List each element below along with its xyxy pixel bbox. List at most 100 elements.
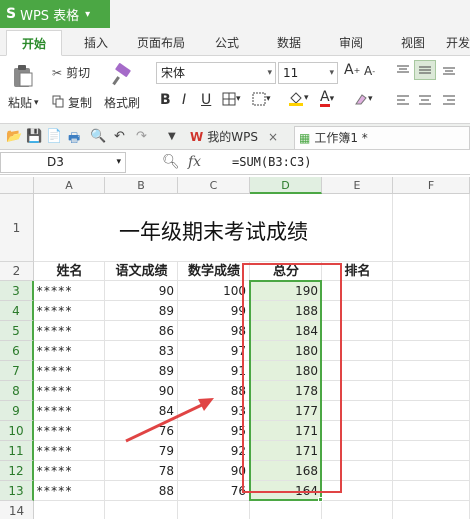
chinese-score-cell[interactable]: 78 xyxy=(105,461,178,481)
name-cell[interactable]: ***** xyxy=(34,361,105,381)
name-cell[interactable]: ***** xyxy=(34,281,105,301)
header-cell-b[interactable]: 语文成绩 xyxy=(105,262,178,281)
math-score-cell[interactable]: 99 xyxy=(178,301,250,321)
name-cell[interactable]: ***** xyxy=(34,401,105,421)
tab-developer[interactable]: 开发 xyxy=(446,30,470,56)
cut-button[interactable]: ✂ 剪切 xyxy=(52,64,90,81)
align-top-icon[interactable] xyxy=(396,64,410,76)
paste-button[interactable]: 粘贴 ▾ xyxy=(8,94,39,111)
cell-f10[interactable] xyxy=(393,421,470,441)
font-color-icon[interactable]: A ▾ xyxy=(320,90,334,107)
align-bottom-icon[interactable] xyxy=(442,64,456,76)
header-cell-c[interactable]: 数学成绩 xyxy=(178,262,250,281)
row-header-12[interactable]: 12 xyxy=(0,461,34,481)
column-header-b[interactable]: B xyxy=(105,177,178,194)
math-score-cell[interactable]: 90 xyxy=(178,461,250,481)
cell-d14[interactable] xyxy=(250,501,322,519)
name-cell[interactable]: ***** xyxy=(34,461,105,481)
formula-input[interactable]: =SUM(B3:C3) xyxy=(232,155,311,169)
cell-f12[interactable] xyxy=(393,461,470,481)
chinese-score-cell[interactable]: 83 xyxy=(105,341,178,361)
row-header-7[interactable]: 7 xyxy=(0,361,34,381)
math-score-cell[interactable]: 97 xyxy=(178,341,250,361)
cell-e14[interactable] xyxy=(322,501,393,519)
chevron-down-icon[interactable]: ▼ xyxy=(168,131,176,142)
align-left-icon[interactable] xyxy=(396,94,410,106)
name-cell[interactable]: ***** xyxy=(34,321,105,341)
row-header-14[interactable]: 14 xyxy=(0,501,34,519)
cell-f13[interactable] xyxy=(393,481,470,501)
copy-button[interactable]: 复制 xyxy=(52,94,92,111)
cell-c14[interactable] xyxy=(178,501,250,519)
column-header-d[interactable]: D xyxy=(250,177,322,194)
column-header-c[interactable]: C xyxy=(178,177,250,194)
row-header-5[interactable]: 5 xyxy=(0,321,34,341)
merge-cells-icon[interactable]: ▾ xyxy=(252,92,271,106)
cell-f6[interactable] xyxy=(393,341,470,361)
name-cell[interactable]: ***** xyxy=(34,421,105,441)
math-score-cell[interactable]: 76 xyxy=(178,481,250,501)
fill-handle[interactable] xyxy=(318,497,323,502)
format-painter-button[interactable]: 格式刷 xyxy=(104,94,140,111)
cell-f8[interactable] xyxy=(393,381,470,401)
cell-b14[interactable] xyxy=(105,501,178,519)
row-header-2[interactable]: 2 xyxy=(0,262,34,281)
tab-insert[interactable]: 插入 xyxy=(72,30,120,56)
align-middle-icon[interactable] xyxy=(414,60,436,80)
cell-f3[interactable] xyxy=(393,281,470,301)
name-cell[interactable]: ***** xyxy=(34,341,105,361)
cell-a14[interactable] xyxy=(34,501,105,519)
italic-icon[interactable]: I xyxy=(182,92,186,108)
cell-f14[interactable] xyxy=(393,501,470,519)
name-cell[interactable]: ***** xyxy=(34,381,105,401)
column-header-f[interactable]: F xyxy=(393,177,470,194)
tab-data[interactable]: 数据 xyxy=(266,30,312,56)
math-score-cell[interactable]: 100 xyxy=(178,281,250,301)
name-box[interactable]: D3 ▾ xyxy=(0,152,126,173)
paste-icon[interactable] xyxy=(10,62,40,90)
name-cell[interactable]: ***** xyxy=(34,301,105,321)
print-icon[interactable]: 🖶 xyxy=(68,129,80,151)
fx-icon[interactable]: fx xyxy=(188,154,201,170)
tab-workbook[interactable]: ▦ 工作簿1 * xyxy=(294,126,470,149)
font-size-select[interactable]: 11 ▾ xyxy=(278,62,338,84)
column-header-e[interactable]: E xyxy=(322,177,393,194)
name-cell[interactable]: ***** xyxy=(34,481,105,501)
borders-icon[interactable]: ▾ xyxy=(222,92,241,106)
row-header-10[interactable]: 10 xyxy=(0,421,34,441)
tab-view[interactable]: 视图 xyxy=(390,30,436,56)
font-name-select[interactable]: 宋体 ▾ xyxy=(156,62,276,84)
tab-home[interactable]: 开始 xyxy=(6,30,62,56)
cell-f9[interactable] xyxy=(393,401,470,421)
row-header-13[interactable]: 13 xyxy=(0,481,34,501)
row-header-3[interactable]: 3 xyxy=(0,281,34,301)
cell-f1[interactable] xyxy=(393,194,470,262)
clear-format-icon[interactable]: ▾ xyxy=(352,92,373,106)
row-header-1[interactable]: 1 xyxy=(0,194,34,262)
math-score-cell[interactable]: 98 xyxy=(178,321,250,341)
row-header-9[interactable]: 9 xyxy=(0,401,34,421)
tab-page-layout[interactable]: 页面布局 xyxy=(130,30,192,56)
align-center-icon[interactable] xyxy=(418,94,432,106)
chinese-score-cell[interactable]: 90 xyxy=(105,281,178,301)
row-header-4[interactable]: 4 xyxy=(0,301,34,321)
close-icon[interactable]: × xyxy=(268,130,278,144)
tab-formulas[interactable]: 公式 xyxy=(204,30,250,56)
export-pdf-icon[interactable]: 📄 xyxy=(46,129,62,144)
cell-f5[interactable] xyxy=(393,321,470,341)
tab-review[interactable]: 审阅 xyxy=(328,30,374,56)
decrease-font-icon[interactable]: A- xyxy=(364,64,375,78)
cell-f11[interactable] xyxy=(393,441,470,461)
underline-icon[interactable]: U xyxy=(201,92,211,108)
undo-icon[interactable]: ↶ xyxy=(114,129,125,144)
row-header-11[interactable]: 11 xyxy=(0,441,34,461)
zoom-icon[interactable]: 🔍︎ xyxy=(162,154,180,170)
format-painter-icon[interactable] xyxy=(110,62,136,88)
cell-f4[interactable] xyxy=(393,301,470,321)
folder-icon[interactable]: 📂 xyxy=(6,129,22,144)
header-cell-a[interactable]: 姓名 xyxy=(34,262,105,281)
chinese-score-cell[interactable]: 89 xyxy=(105,361,178,381)
math-score-cell[interactable]: 91 xyxy=(178,361,250,381)
increase-font-icon[interactable]: A + xyxy=(344,62,360,78)
tab-my-wps[interactable]: W 我的WPS × xyxy=(186,126,290,149)
